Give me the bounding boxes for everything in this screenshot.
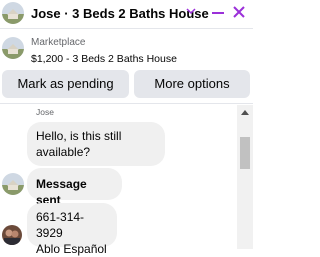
scrollbar[interactable]	[237, 105, 253, 249]
mark-as-pending-button[interactable]: Mark as pending	[2, 70, 129, 98]
message-bubble: 661-314-3929 Ablo Español	[27, 203, 117, 256]
chat-header: Jose · 3 Beds 2 Baths House	[0, 0, 253, 29]
close-icon[interactable]	[231, 3, 247, 23]
chat-title[interactable]: Jose · 3 Beds 2 Baths House	[31, 6, 209, 21]
message-bubble: Message sent	[27, 168, 122, 207]
listing-avatar[interactable]	[2, 2, 24, 24]
scroll-up-arrow-icon[interactable]	[237, 105, 253, 121]
listing-info[interactable]: Marketplace $1,200 - 3 Beds 2 Baths Hous…	[0, 29, 253, 69]
message-line: Hello, is this still	[36, 129, 122, 143]
sender-name: Jose	[36, 107, 54, 117]
listing-price-title: $1,200 - 3 Beds 2 Baths House	[31, 53, 177, 65]
divider	[0, 103, 253, 104]
listing-thumbnail-small	[2, 173, 24, 195]
chevron-down-icon[interactable]	[186, 6, 196, 16]
listing-source: Marketplace	[31, 37, 86, 48]
minimize-icon[interactable]	[210, 3, 226, 23]
message-line: 661-314-3929	[36, 210, 85, 240]
scroll-thumb[interactable]	[240, 137, 250, 169]
message-line: available?	[36, 145, 91, 159]
message-line: Ablo Español	[36, 242, 107, 256]
more-options-button[interactable]: More options	[134, 70, 250, 98]
listing-thumbnail	[2, 37, 24, 59]
avatar[interactable]	[2, 225, 22, 245]
message-bubble: Hello, is this still available?	[27, 122, 165, 166]
